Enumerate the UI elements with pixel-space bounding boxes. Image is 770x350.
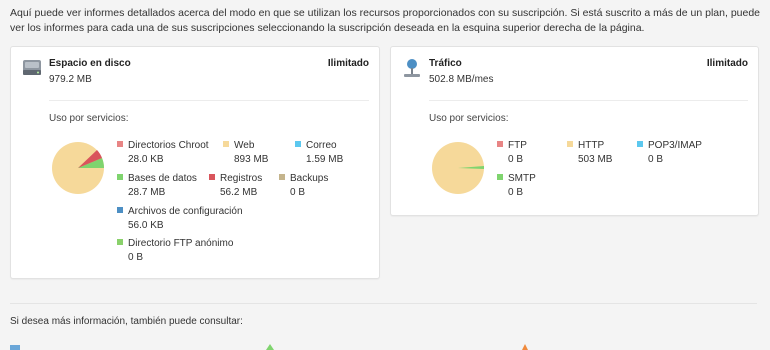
disk-space-card: Espacio en disco 979.2 MB Ilimitado Uso …	[10, 46, 380, 279]
legend-name: FTP	[508, 140, 527, 151]
legend-swatch	[567, 141, 573, 147]
legend-name: Backups	[290, 173, 329, 184]
legend-swatch	[117, 174, 123, 180]
folder-icon	[10, 345, 20, 350]
legend-value: 0 B	[290, 187, 306, 198]
disk-usage-pie-chart	[52, 142, 104, 194]
legend-swatch	[637, 141, 643, 147]
legend-name: POP3/IMAP	[648, 140, 702, 151]
legend-swatch	[117, 239, 123, 245]
disk-space-value: 979.2 MB	[49, 74, 92, 85]
network-traffic-icon	[404, 59, 420, 77]
flame-icon	[522, 344, 528, 350]
legend-item-smtp: SMTP 0 B	[497, 172, 536, 200]
legend-item-mail: Correo 1.59 MB	[295, 139, 343, 167]
legend-swatch	[117, 207, 123, 213]
legend-value: 28.7 MB	[128, 187, 166, 198]
legend-name: Bases de datos	[128, 173, 197, 184]
legend-value: 1.59 MB	[306, 154, 344, 165]
legend-name: HTTP	[578, 140, 605, 151]
intro-text: Aquí puede ver informes detallados acerc…	[10, 7, 761, 34]
section-divider	[10, 303, 757, 304]
legend-swatch	[223, 141, 229, 147]
legend-item-chroot: Directorios Chroot 28.0 KB	[117, 139, 209, 167]
traffic-value: 502.8 MB/mes	[429, 74, 494, 85]
legend-item-logs: Registros 56.2 MB	[209, 172, 262, 200]
legend-swatch	[497, 174, 503, 180]
hard-drive-icon	[23, 60, 41, 75]
traffic-title: Tráfico	[429, 58, 462, 69]
legend-name: Web	[234, 140, 255, 151]
card-divider	[429, 100, 748, 101]
legend-swatch	[117, 141, 123, 147]
legend-value: 0 B	[508, 154, 524, 165]
card-divider	[49, 100, 369, 101]
legend-name: Directorio FTP anónimo	[128, 238, 234, 249]
legend-name: SMTP	[508, 173, 536, 184]
legend-item-anonymous-ftp: Directorio FTP anónimo 0 B	[117, 237, 233, 265]
legend-value: 56.2 MB	[220, 187, 258, 198]
legend-item-databases: Bases de datos 28.7 MB	[117, 172, 197, 200]
legend-swatch	[209, 174, 215, 180]
traffic-card: Tráfico 502.8 MB/mes Ilimitado Uso por s…	[390, 46, 759, 216]
legend-item-web: Web 893 MB	[223, 139, 268, 167]
traffic-usage-label: Uso por servicios:	[429, 113, 509, 124]
traffic-usage-pie-chart	[432, 142, 485, 194]
legend-name: Registros	[220, 173, 263, 184]
legend-item-config-files: Archivos de configuración 56.0 KB	[117, 205, 243, 233]
legend-value: 56.0 KB	[128, 220, 164, 231]
legend-swatch	[295, 141, 301, 147]
legend-value: 503 MB	[578, 154, 613, 165]
disk-usage-label: Uso por servicios:	[49, 113, 129, 124]
more-info-text: Si desea más información, también puede …	[10, 316, 243, 327]
legend-name: Correo	[306, 140, 337, 151]
arrow-up-icon	[266, 344, 274, 350]
legend-swatch	[497, 141, 503, 147]
legend-item-http: HTTP 503 MB	[567, 139, 612, 167]
legend-name: Directorios Chroot	[128, 140, 209, 151]
legend-value: 0 B	[648, 154, 664, 165]
legend-value: 0 B	[508, 187, 524, 198]
disk-space-limit: Ilimitado	[327, 58, 369, 69]
legend-value: 893 MB	[234, 154, 269, 165]
disk-space-title: Espacio en disco	[49, 58, 131, 69]
legend-value: 28.0 KB	[128, 154, 164, 165]
legend-item-pop3-imap: POP3/IMAP 0 B	[637, 139, 702, 167]
legend-swatch	[279, 174, 285, 180]
legend-name: Archivos de configuración	[128, 206, 243, 217]
traffic-limit: Ilimitado	[706, 58, 748, 69]
legend-item-backups: Backups 0 B	[279, 172, 328, 200]
legend-value: 0 B	[128, 252, 144, 263]
legend-item-ftp: FTP 0 B	[497, 139, 527, 167]
